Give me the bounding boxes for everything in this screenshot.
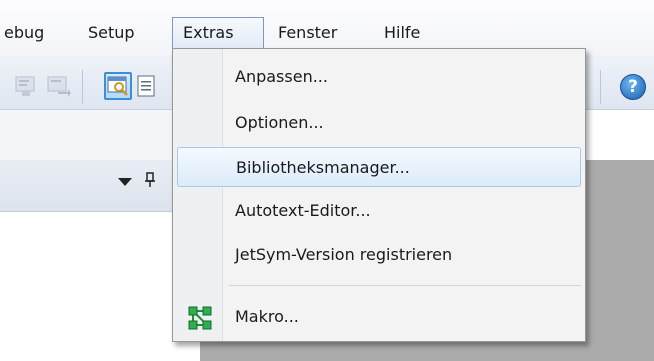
menu-fenster[interactable]: Fenster (278, 18, 337, 48)
menu-hilfe[interactable]: Hilfe (384, 18, 420, 48)
left-pane-strip (0, 110, 200, 160)
dropdown-arrow-icon[interactable] (118, 178, 132, 186)
toolbar-separator (82, 70, 83, 104)
toolbar-card-arrow-icon[interactable] (44, 72, 72, 100)
menu-item-optionen[interactable]: Optionen... (177, 103, 581, 143)
panel-header (0, 160, 200, 212)
pin-icon[interactable] (144, 172, 156, 192)
help-icon[interactable]: ? (620, 74, 646, 100)
menu-extras[interactable]: Extras (172, 17, 264, 49)
toolbar-search-window-icon[interactable] (104, 72, 132, 100)
menu-item-label: Anpassen... (235, 67, 328, 86)
menu-item-label: JetSym-Version registrieren (235, 245, 453, 264)
menu-item-autotext-editor[interactable]: Autotext-Editor... (177, 191, 581, 231)
menu-item-label: Bibliotheksmanager... (236, 158, 410, 177)
menu-item-label: Autotext-Editor... (235, 201, 371, 220)
toolbar-card-icon[interactable] (12, 72, 40, 100)
menu-item-bibliotheksmanager[interactable]: Bibliotheksmanager... (177, 147, 581, 187)
menu-item-jetsym-version-registrieren[interactable]: JetSym-Version registrieren (177, 235, 581, 275)
menu-setup[interactable]: Setup (88, 18, 135, 48)
menu-item-anpassen[interactable]: Anpassen... (177, 57, 581, 97)
toolbar-document-icon[interactable] (136, 72, 156, 100)
extras-dropdown-menu: Anpassen... Optionen... Bibliotheksmanag… (172, 48, 586, 342)
macro-icon (188, 306, 212, 330)
menu-item-makro[interactable]: Makro... (177, 297, 581, 337)
menu-item-label: Optionen... (235, 113, 324, 132)
toolbar-separator (600, 70, 601, 104)
menu-item-label: Makro... (235, 307, 299, 326)
menu-separator (229, 285, 581, 286)
menu-debug[interactable]: ebug (0, 18, 60, 48)
panel-body (0, 212, 200, 361)
